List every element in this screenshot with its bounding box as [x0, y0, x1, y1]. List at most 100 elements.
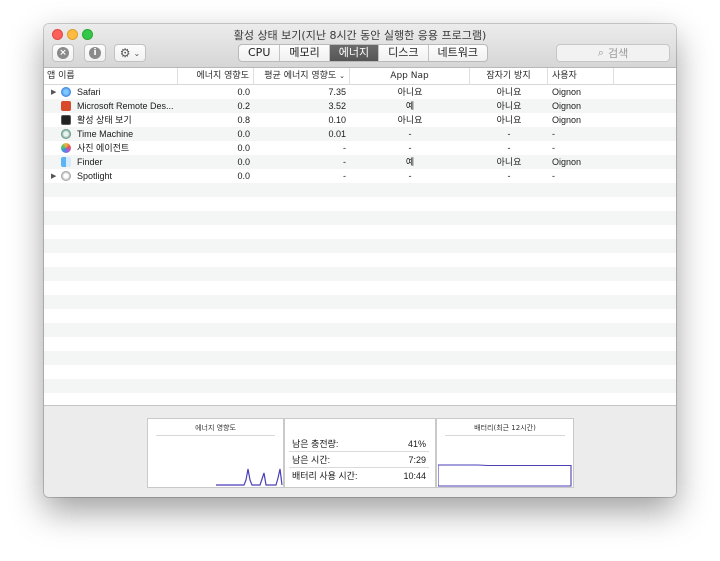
tab-network[interactable]: 네트워크	[429, 45, 487, 61]
energy-summary-panel: 에너지 영향도 남은 충전량: 41% 남은 시간: 7:29 배터리 사용 시…	[44, 405, 676, 497]
window-title: 활성 상태 보기(지난 8시간 동안 실행한 응용 프로그램)	[233, 29, 487, 42]
cell-appnap: -	[408, 143, 412, 153]
process-table: ▶ Safari 0.0 7.35 아니요 아니요 Oignon Microsoft Remo…	[44, 85, 676, 405]
remote-desktop-icon	[61, 101, 71, 111]
chevron-down-icon: ⌄	[133, 48, 141, 58]
table-row-empty	[44, 197, 676, 211]
table-row-empty	[44, 253, 676, 267]
app-name: 사진 에이전트	[77, 143, 130, 153]
battery-level-graph	[438, 464, 572, 487]
energy-impact-graph-panel: 에너지 영향도	[147, 418, 284, 488]
cell-appnap: -	[408, 129, 412, 139]
stat-time-on-battery: 배터리 사용 시간: 10:44	[289, 468, 429, 484]
spotlight-icon	[61, 171, 71, 181]
cell-appnap: 아니요	[397, 115, 423, 125]
cell-avg: 7.35	[328, 87, 346, 97]
table-row-empty	[44, 309, 676, 323]
app-name: Time Machine	[77, 129, 134, 139]
table-row[interactable]: Time Machine 0.0 0.01 - - -	[44, 127, 676, 141]
search-input[interactable]: ⌕ 검색	[556, 44, 670, 62]
table-row[interactable]: 활성 상태 보기 0.8 0.10 아니요 아니요 Oignon	[44, 113, 676, 127]
disclosure-triangle-icon[interactable]: ▶	[51, 169, 56, 183]
stop-process-button[interactable]: ×	[52, 44, 74, 62]
column-header-spacer	[614, 68, 676, 85]
cell-avg: 0.10	[328, 115, 346, 125]
photos-icon	[61, 143, 71, 153]
cell-user: -	[552, 171, 555, 181]
cell-avg: -	[343, 157, 346, 167]
energy-impact-title: 에너지 영향도	[195, 424, 236, 432]
search-icon: ⌕	[597, 46, 604, 59]
cell-energy: 0.0	[237, 87, 250, 97]
column-header-user[interactable]: 사용자	[548, 68, 614, 85]
activity-monitor-icon	[61, 115, 71, 125]
table-row-empty	[44, 379, 676, 393]
stat-label: 남은 시간:	[292, 455, 331, 465]
sort-chevron-icon: ⌄	[339, 72, 345, 80]
cell-avg: 0.01	[328, 129, 346, 139]
cell-sleep: -	[507, 129, 511, 139]
battery-graph-panel: 배터리(최근 12시간)	[436, 418, 574, 488]
titlebar: 활성 상태 보기(지난 8시간 동안 실행한 응용 프로그램) × i ⚙ ⌄ …	[44, 24, 676, 68]
cell-sleep: -	[507, 143, 511, 153]
info-icon: i	[89, 47, 101, 59]
search-placeholder: 검색	[607, 47, 629, 60]
table-row[interactable]: ▶ Spotlight 0.0 - - - -	[44, 169, 676, 183]
column-header-avg-energy-impact[interactable]: 평균 에너지 영향도 ⌄	[254, 68, 350, 85]
cell-avg: -	[343, 143, 346, 153]
cell-sleep: 아니요	[496, 101, 522, 111]
table-row-empty	[44, 239, 676, 253]
table-header: 앱 이름 에너지 영향도 평균 에너지 영향도 ⌄ App Nap 잠자기 방지…	[44, 68, 676, 85]
cell-user: Oignon	[552, 101, 582, 111]
stat-time-remaining: 남은 시간: 7:29	[289, 452, 429, 468]
cell-user: Oignon	[552, 87, 582, 97]
cell-appnap: 예	[405, 101, 415, 111]
table-row-empty	[44, 281, 676, 295]
stat-label: 남은 충전량:	[292, 439, 339, 449]
app-name: Spotlight	[77, 171, 113, 181]
finder-icon	[61, 157, 71, 167]
divider	[445, 435, 565, 436]
column-header-app-nap[interactable]: App Nap	[350, 68, 470, 85]
stat-charge-remaining: 남은 충전량: 41%	[289, 436, 429, 452]
x-circle-icon: ×	[57, 47, 69, 59]
disclosure-triangle-icon[interactable]: ▶	[51, 85, 56, 99]
table-row[interactable]: Microsoft Remote Des... 0.2 3.52 예 아니요 Oignon	[44, 99, 676, 113]
column-header-prevent-sleep[interactable]: 잠자기 방지	[470, 68, 548, 85]
cell-energy: 0.8	[237, 115, 250, 125]
table-row-empty	[44, 211, 676, 225]
cell-energy: 0.0	[237, 129, 250, 139]
stat-value: 10:44	[403, 471, 426, 481]
view-tabs: CPU 메모리 에너지 디스크 네트워크	[238, 44, 488, 62]
cell-sleep: 아니요	[496, 87, 522, 97]
cell-sleep: -	[507, 171, 511, 181]
cell-energy: 0.0	[237, 157, 250, 167]
table-row-empty	[44, 295, 676, 309]
tab-disk[interactable]: 디스크	[379, 45, 429, 61]
table-row[interactable]: ▶ Safari 0.0 7.35 아니요 아니요 Oignon	[44, 85, 676, 99]
activity-monitor-window: 활성 상태 보기(지난 8시간 동안 실행한 응용 프로그램) × i ⚙ ⌄ …	[44, 24, 676, 497]
tab-memory[interactable]: 메모리	[280, 45, 330, 61]
app-name: Microsoft Remote Des...	[77, 101, 174, 111]
cell-energy: 0.0	[237, 171, 250, 181]
stat-value: 7:29	[408, 455, 426, 465]
table-row-empty	[44, 323, 676, 337]
stat-label: 배터리 사용 시간:	[292, 471, 358, 481]
compass-icon	[61, 87, 71, 97]
column-header-energy-impact[interactable]: 에너지 영향도	[178, 68, 254, 85]
inspect-process-button[interactable]: i	[84, 44, 106, 62]
table-row-empty	[44, 225, 676, 239]
table-row[interactable]: Finder 0.0 - 예 아니요 Oignon	[44, 155, 676, 169]
cell-user: Oignon	[552, 115, 582, 125]
tab-energy[interactable]: 에너지	[329, 45, 380, 61]
action-menu-button[interactable]: ⚙ ⌄	[114, 44, 146, 62]
table-row[interactable]: 사진 에이전트 0.0 - - - -	[44, 141, 676, 155]
column-header-app-name[interactable]: 앱 이름	[44, 68, 178, 85]
cell-avg: -	[343, 171, 346, 181]
table-row-empty	[44, 365, 676, 379]
cell-appnap: 예	[405, 157, 415, 167]
tab-cpu[interactable]: CPU	[239, 45, 281, 61]
battery-stats-panel: 남은 충전량: 41% 남은 시간: 7:29 배터리 사용 시간: 10:44	[284, 418, 436, 488]
cell-user: -	[552, 129, 555, 139]
cell-sleep: 아니요	[496, 157, 522, 167]
